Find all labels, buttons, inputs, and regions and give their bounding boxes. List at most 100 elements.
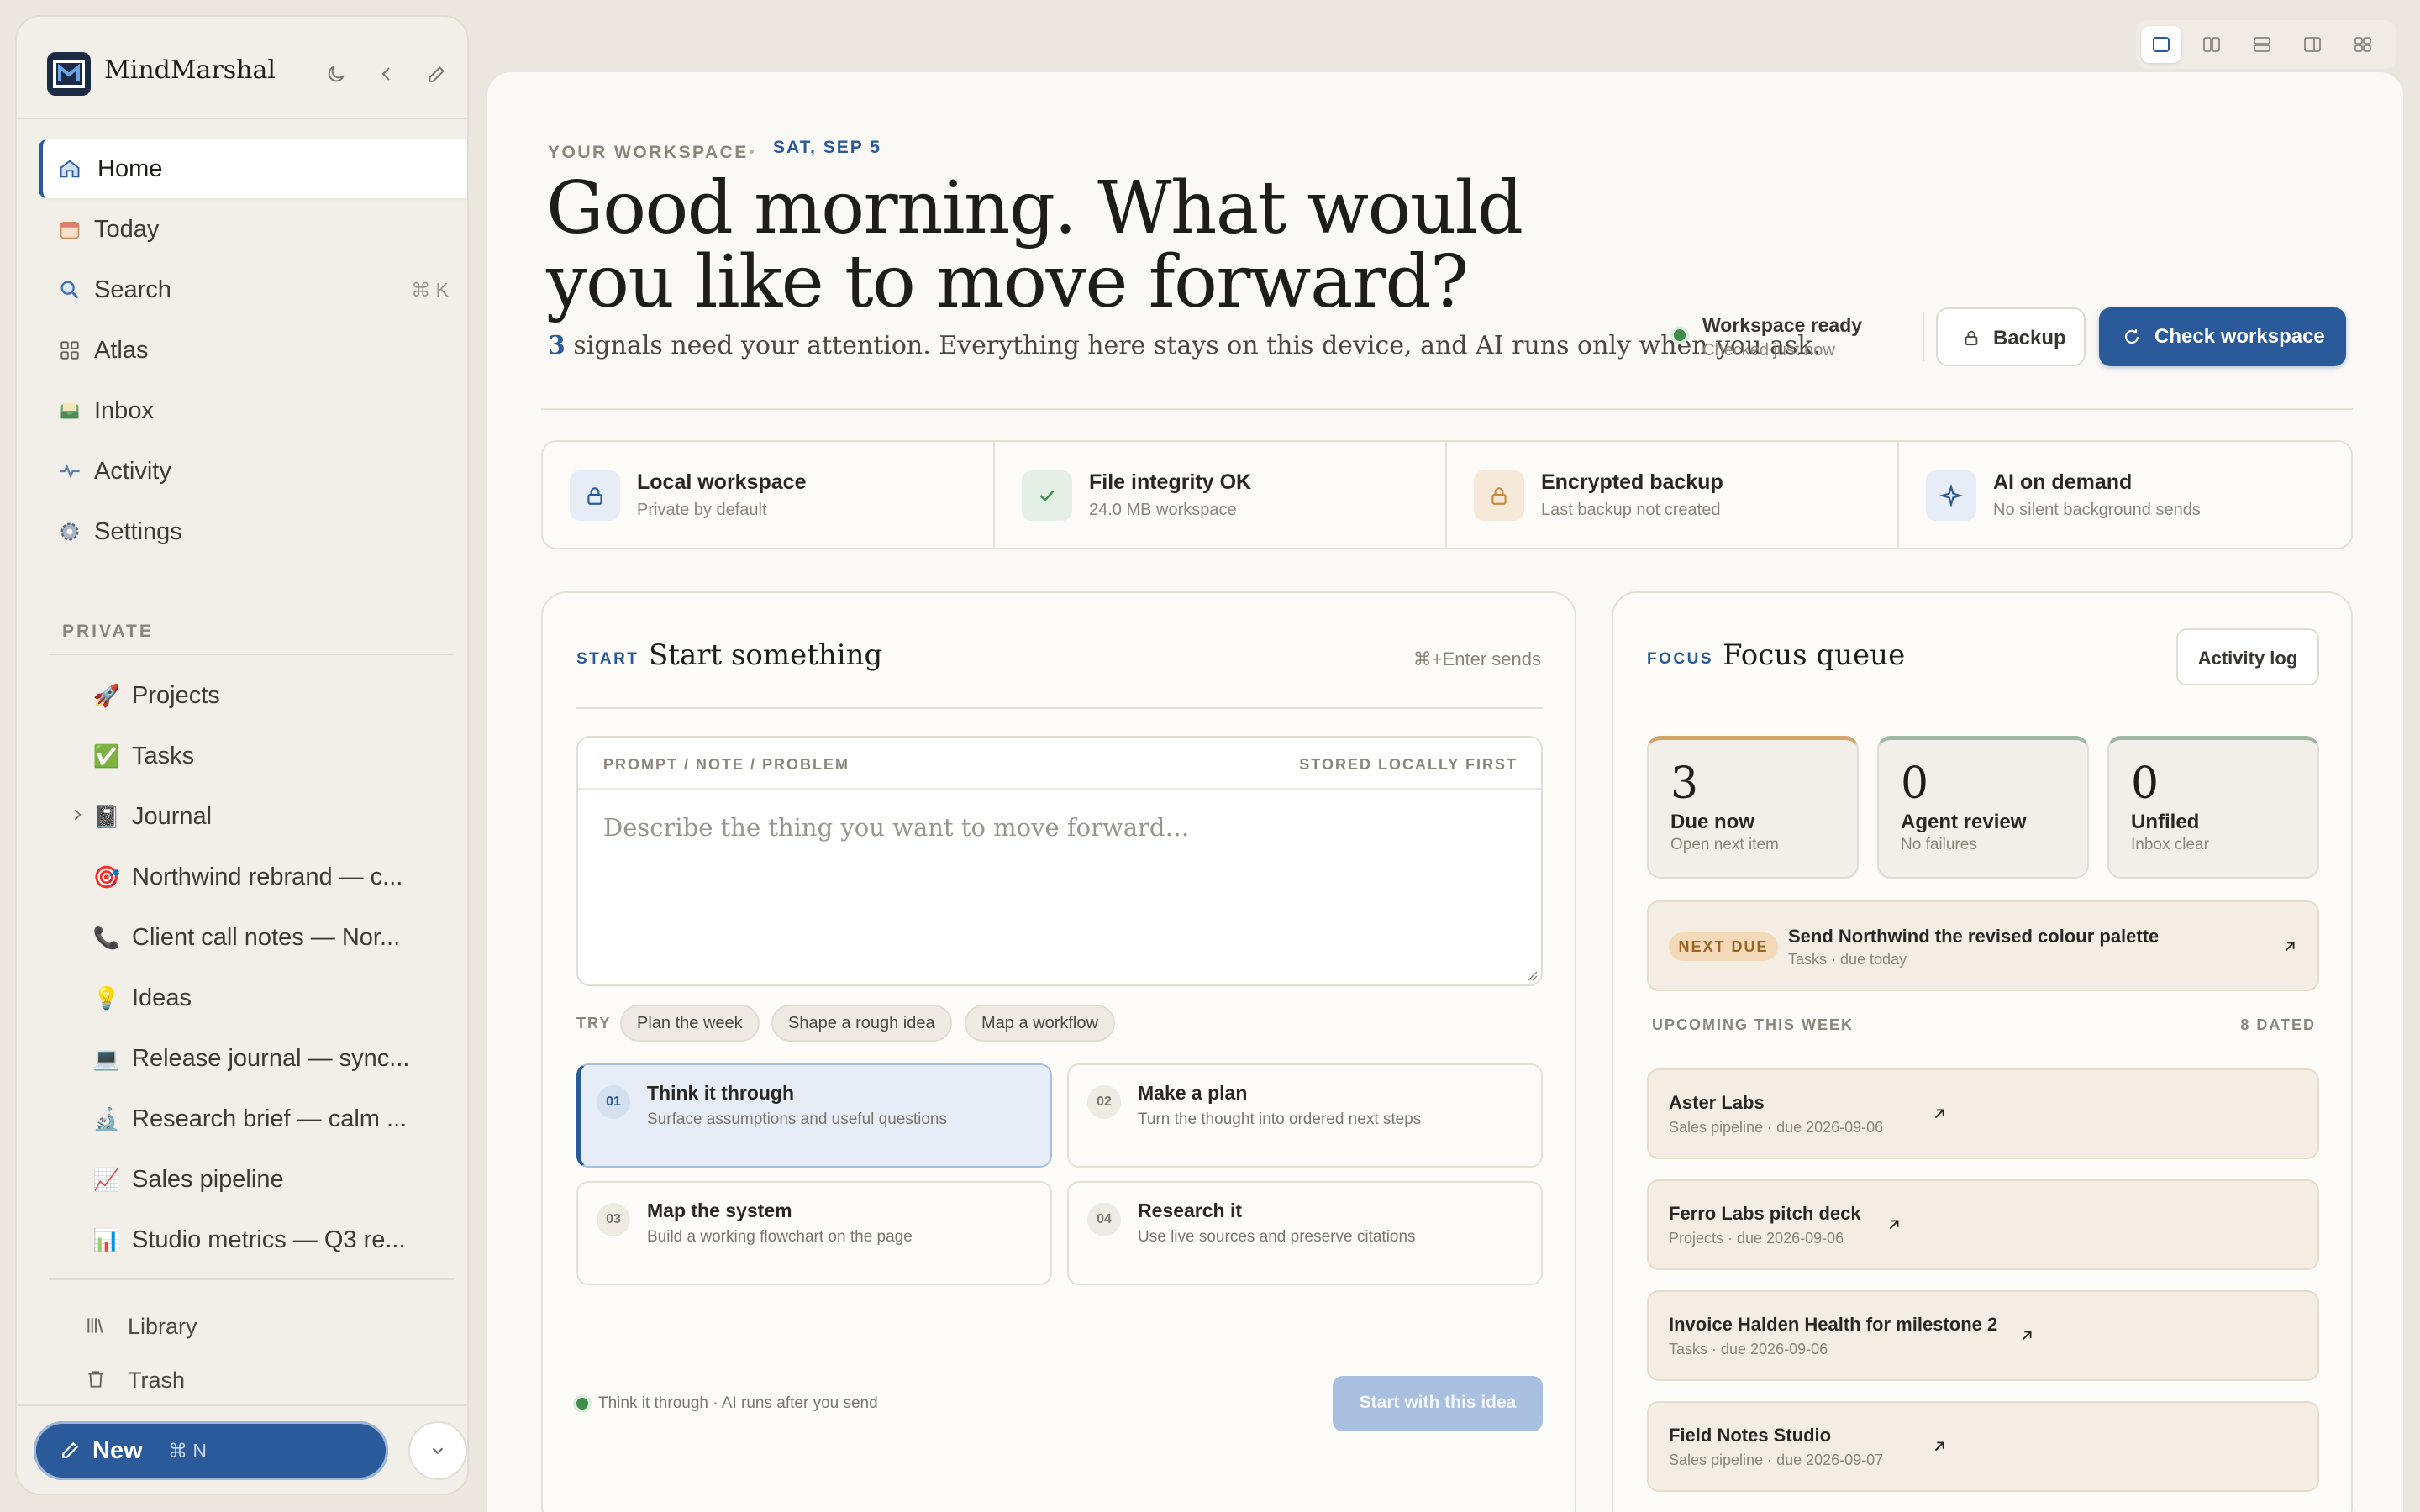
app-logo <box>47 52 91 96</box>
layout-columns-button[interactable] <box>2191 26 2232 63</box>
nav-activity[interactable]: Activity <box>39 442 467 501</box>
page-emoji-icon: 🔬 <box>92 1106 121 1131</box>
lock-icon <box>1961 328 1981 348</box>
private-item[interactable]: 💡 Ideas <box>67 973 462 1023</box>
private-item[interactable]: 📓 Journal <box>67 791 462 842</box>
queue-unfiled[interactable]: 0 Unfiled Inbox clear <box>2107 736 2319 879</box>
edit-icon <box>59 1438 82 1462</box>
nav-label: Home <box>97 155 163 182</box>
start-with-idea-button[interactable]: Start with this idea <box>1333 1376 1543 1431</box>
mode-map-the-system[interactable]: 03 Map the system Build a working flowch… <box>576 1181 1052 1285</box>
nav-atlas[interactable]: Atlas <box>39 321 467 380</box>
lock-icon <box>570 470 620 521</box>
edit-icon[interactable] <box>422 59 452 89</box>
page-emoji-icon: 📊 <box>92 1227 121 1252</box>
collapse-sidebar-icon[interactable] <box>371 59 402 89</box>
queue-agent-review[interactable]: 0 Agent review No failures <box>1877 736 2089 879</box>
private-item[interactable]: ✅ Tasks <box>67 731 462 781</box>
private-item[interactable]: 💻 Release journal — sync... <box>67 1033 462 1084</box>
private-item[interactable]: 🚀 Projects <box>67 670 462 721</box>
page-emoji-icon: ✅ <box>92 743 121 769</box>
layout-rows-button[interactable] <box>2242 26 2282 63</box>
mode-make-a-plan[interactable]: 02 Make a plan Turn the thought into ord… <box>1067 1063 1543 1168</box>
private-item[interactable]: 🎯 Northwind rebrand — c... <box>67 852 462 902</box>
nav-label: Settings <box>94 518 182 545</box>
layout-grid-button[interactable] <box>2343 26 2383 63</box>
private-item-label: Client call notes — Nor... <box>132 924 401 951</box>
activity-icon <box>57 459 82 484</box>
queue-due-now[interactable]: 3 Due now Open next item <box>1647 736 1859 879</box>
current-date: SAT, SEP 5 <box>773 138 881 157</box>
resize-handle-icon[interactable] <box>1524 968 1538 981</box>
nav-today[interactable]: Today <box>39 200 467 259</box>
page-emoji-icon: 🎯 <box>92 864 121 890</box>
private-item[interactable]: 📞 Client call notes — Nor... <box>67 912 462 963</box>
status-subtitle: Checked just now <box>1702 341 1835 360</box>
suggestion-chip[interactable]: Map a workflow <box>965 1005 1115 1042</box>
upcoming-subtitle: Tasks · due 2026-09-06 <box>1669 1341 1828 1357</box>
stat-subtitle: No silent background sends <box>1993 501 2201 519</box>
prompt-box[interactable]: PROMPT / NOTE / PROBLEM STORED LOCALLY F… <box>576 736 1543 986</box>
start-button-label: Start with this idea <box>1359 1393 1517 1412</box>
private-item[interactable]: 🔬 Research brief — calm ... <box>67 1094 462 1144</box>
nav-search[interactable]: Search ⌘ K <box>39 260 467 319</box>
mode-think-it-through[interactable]: 01 Think it through Surface assumptions … <box>576 1063 1052 1168</box>
stat-subtitle: Private by default <box>637 501 767 519</box>
library-icon <box>84 1314 108 1337</box>
upcoming-item[interactable]: Invoice Halden Health for milestone 2 Ta… <box>1647 1290 2319 1381</box>
moon-icon[interactable] <box>321 59 351 89</box>
activity-log-button[interactable]: Activity log <box>2176 628 2319 685</box>
nav-label: Search <box>94 276 171 303</box>
sidebar: MindMarshal Home Today Search ⌘ K Atlas … <box>15 15 469 1495</box>
nav-inbox[interactable]: Inbox <box>39 381 467 440</box>
eyebrow-separator <box>750 150 754 154</box>
new-button[interactable]: New ⌘ N <box>34 1421 388 1480</box>
nav-home[interactable]: Home <box>39 139 467 198</box>
prompt-label: PROMPT / NOTE / PROBLEM <box>603 756 850 773</box>
private-item-label: Northwind rebrand — c... <box>132 864 403 890</box>
stat-ai-on-demand: AI on demand No silent background sends <box>1899 442 2351 548</box>
chevron-down-icon <box>429 1441 447 1460</box>
next-due-title: Send Northwind the revised colour palett… <box>1788 926 2160 947</box>
suggestion-chip[interactable]: Plan the week <box>620 1005 760 1042</box>
eyebrow: YOUR WORKSPACE <box>548 143 749 162</box>
upcoming-title: Aster Labs <box>1669 1092 1765 1113</box>
nav-settings[interactable]: Settings <box>39 502 467 561</box>
status-indicator <box>576 1398 588 1410</box>
mode-number: 02 <box>1087 1085 1121 1119</box>
private-item[interactable]: 📊 Studio metrics — Q3 re... <box>67 1215 462 1265</box>
upcoming-item[interactable]: Ferro Labs pitch deck Projects · due 202… <box>1647 1179 2319 1270</box>
check-workspace-label: Check workspace <box>2154 325 2325 348</box>
next-due-subtitle: Tasks · due today <box>1788 951 1907 968</box>
upcoming-item[interactable]: Field Notes Studio Sales pipeline · due … <box>1647 1401 2319 1492</box>
focus-card: FOCUS Focus queue Activity log 3 Due now… <box>1612 591 2353 1512</box>
suggestion-chip[interactable]: Shape a rough idea <box>771 1005 952 1042</box>
layout-single-icon <box>2153 37 2170 52</box>
chevron-right-icon[interactable] <box>67 805 87 825</box>
prompt-textarea[interactable]: Describe the thing you want to move forw… <box>603 813 1189 842</box>
prompt-header: PROMPT / NOTE / PROBLEM STORED LOCALLY F… <box>578 738 1541 790</box>
new-options-button[interactable] <box>408 1421 467 1480</box>
signals-count[interactable]: 3 <box>548 331 566 360</box>
next-due-item[interactable]: NEXT DUE Send Northwind the revised colo… <box>1647 900 2319 991</box>
stat-encrypted-backup: Encrypted backup Last backup not created <box>1447 442 1899 548</box>
backup-button[interactable]: Backup <box>1936 307 2086 366</box>
page-emoji-icon: 📈 <box>92 1167 121 1192</box>
gear-icon <box>57 519 82 544</box>
private-item-label: Tasks <box>132 743 195 769</box>
layout-sidebar-button[interactable] <box>2292 26 2333 63</box>
mode-research-it[interactable]: 04 Research it Use live sources and pres… <box>1067 1181 1543 1285</box>
layout-single-button[interactable] <box>2141 26 2181 63</box>
mode-title: Map the system <box>647 1200 792 1221</box>
page-emoji-icon: 🚀 <box>92 683 121 708</box>
stat-subtitle: 24.0 MB workspace <box>1089 501 1237 519</box>
private-item[interactable]: 📈 Sales pipeline <box>67 1154 462 1205</box>
mode-title: Make a plan <box>1138 1082 1248 1104</box>
activity-log-label: Activity log <box>2197 648 2298 669</box>
mode-subtitle: Build a working flowchart on the page <box>647 1228 913 1246</box>
sidebar-item-trash[interactable]: Trash <box>50 1357 302 1399</box>
check-workspace-button[interactable]: Check workspace <box>2099 307 2346 366</box>
upcoming-item[interactable]: Aster Labs Sales pipeline · due 2026-09-… <box>1647 1068 2319 1159</box>
sidebar-item-library[interactable]: Library <box>50 1304 302 1346</box>
new-shortcut: ⌘ N <box>168 1440 207 1462</box>
